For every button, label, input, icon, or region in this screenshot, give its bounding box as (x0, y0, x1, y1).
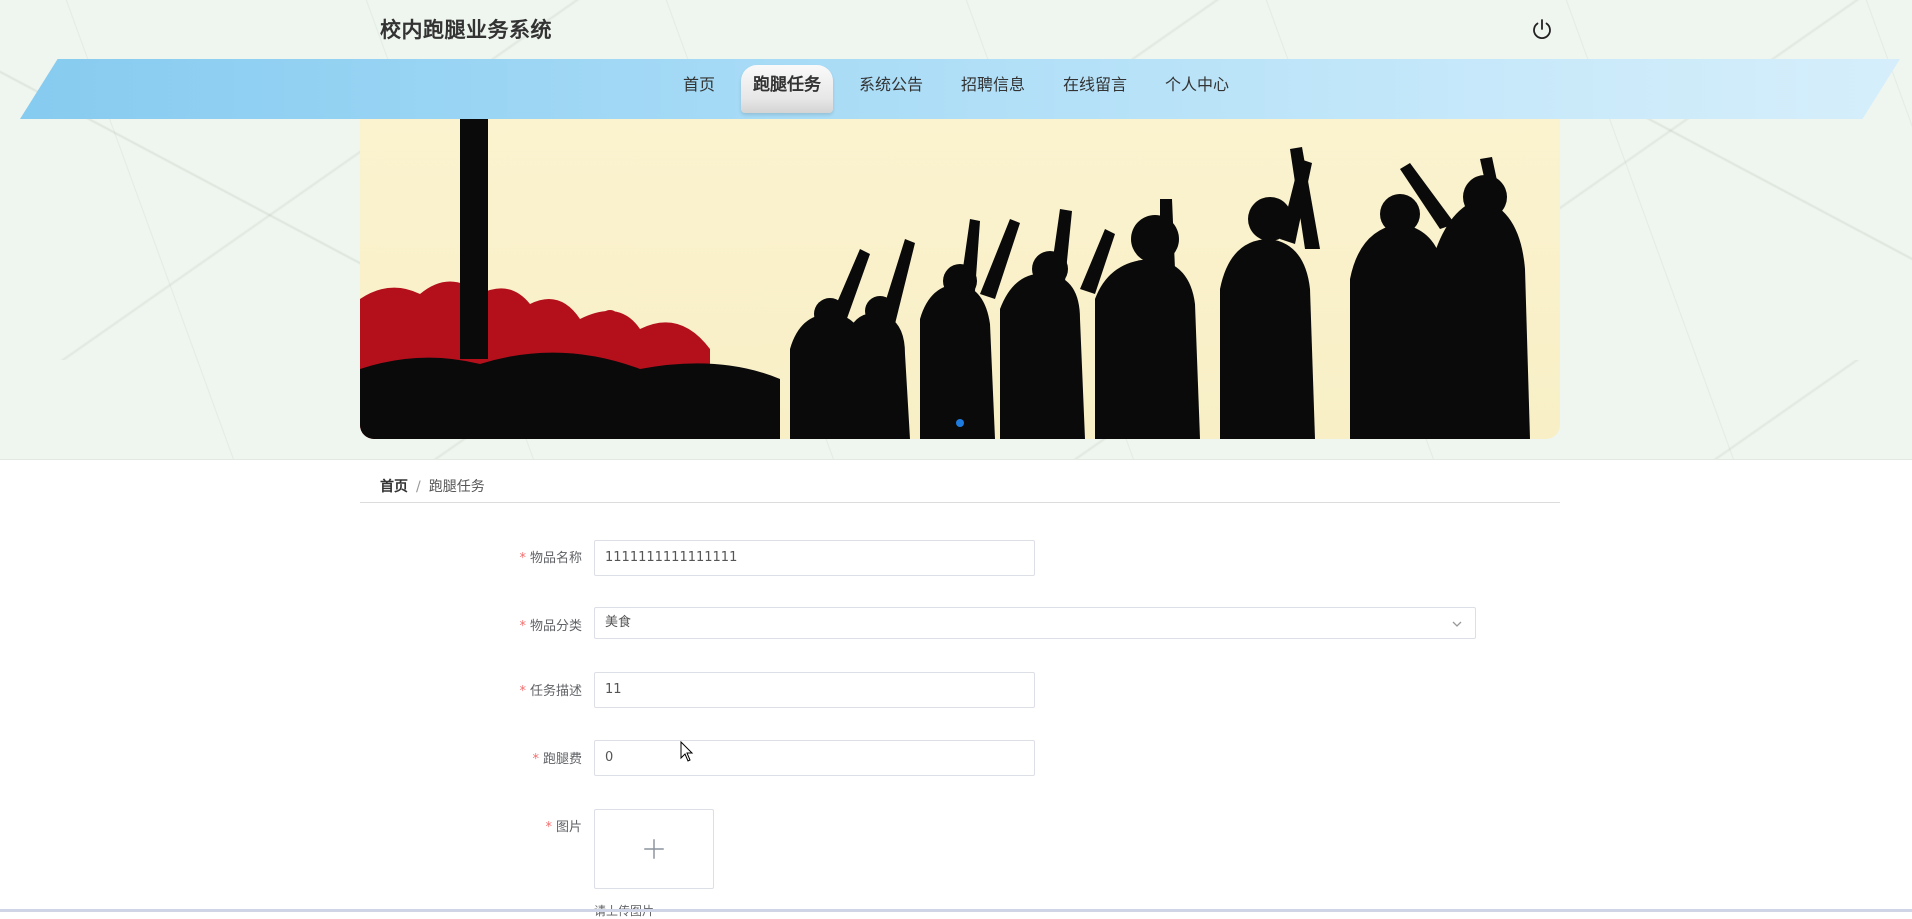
nav-item-errand-tasks[interactable]: 跑腿任务 (740, 65, 833, 113)
nav-item-home[interactable]: 首页 (671, 65, 727, 113)
breadcrumb-current: 跑腿任务 (428, 479, 485, 495)
nav-item-messages[interactable]: 在线留言 (1051, 65, 1139, 113)
breadcrumb-divider (360, 502, 1560, 503)
nav-item-announcements[interactable]: 系统公告 (847, 65, 935, 113)
category-select[interactable]: 美食 (594, 607, 1476, 639)
breadcrumb: 首页 / 跑腿任务 (380, 476, 485, 496)
fee-label: * 跑腿费 (532, 752, 582, 767)
banner-carousel[interactable] (360, 119, 1560, 439)
image-label: * 图片 (545, 820, 582, 835)
image-upload[interactable] (594, 809, 714, 889)
main-nav: 首页 跑腿任务 系统公告 招聘信息 在线留言 个人中心 (0, 59, 1912, 119)
mouse-cursor-icon (680, 741, 694, 762)
power-icon[interactable] (1530, 17, 1554, 41)
category-label: * 物品分类 (519, 619, 582, 634)
nav-item-profile[interactable]: 个人中心 (1153, 65, 1241, 113)
breadcrumb-separator: / (416, 479, 421, 495)
item-name-input[interactable]: 1111111111111111 (594, 540, 1035, 576)
carousel-indicator[interactable] (956, 419, 964, 427)
nav-item-recruitment[interactable]: 招聘信息 (949, 65, 1037, 113)
site-title: 校内跑腿业务系统 (380, 18, 552, 42)
item-name-label: * 物品名称 (519, 551, 582, 566)
fee-input[interactable]: 0 (594, 740, 1035, 776)
banner-image (360, 119, 1530, 439)
description-label: * 任务描述 (519, 684, 582, 699)
breadcrumb-home[interactable]: 首页 (380, 479, 408, 495)
plus-icon (644, 839, 664, 859)
description-input[interactable]: 11 (594, 672, 1035, 708)
chevron-down-icon (1452, 621, 1462, 627)
